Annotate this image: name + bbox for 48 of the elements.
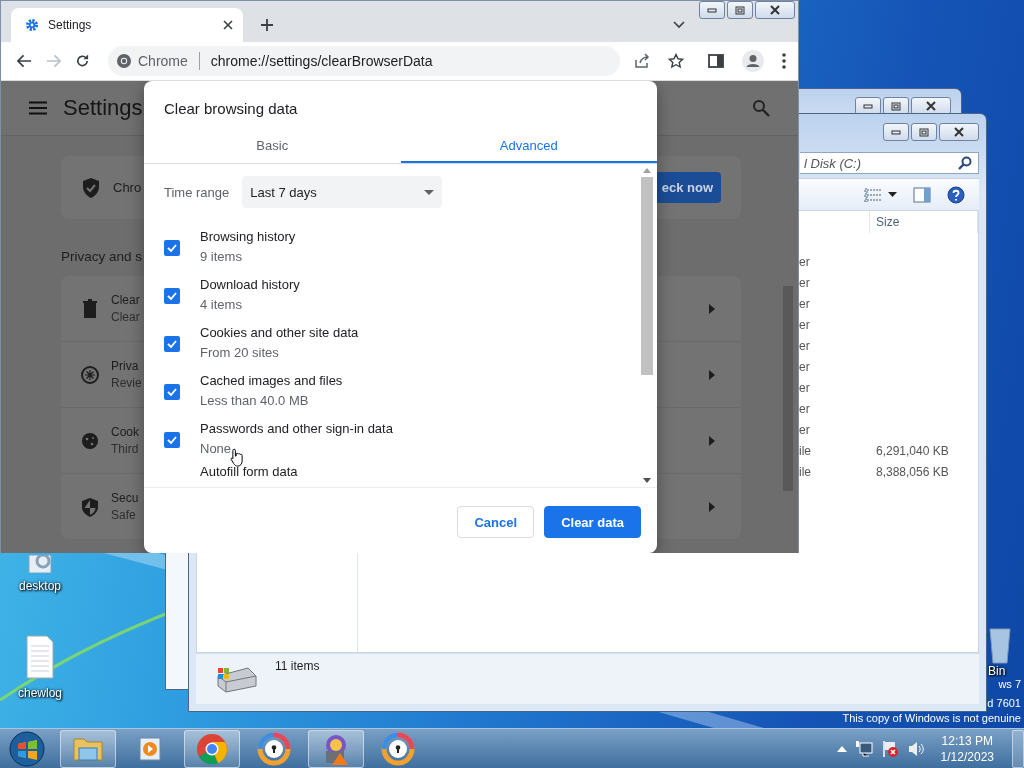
address-text: l Disk (C:): [804, 155, 862, 171]
option-label: Cookies and other site data: [200, 325, 359, 341]
field-label: Time range: [164, 184, 230, 200]
dialog-title: Clear browsing data: [163, 99, 299, 119]
icon-label: chewlog: [18, 686, 62, 700]
table-cell: 6,291,040 KB: [876, 443, 949, 458]
option-detail: From 20 sites: [200, 345, 280, 361]
table-cell-text: ile: [799, 443, 812, 458]
section-heading: Privacy and s: [61, 249, 143, 264]
os-notice-text: This copy of Windows is not genuine: [842, 712, 1021, 724]
option-label: Download history: [200, 277, 300, 293]
page-title: Settings: [63, 95, 143, 121]
table-cell-text: er: [799, 275, 811, 290]
row-subtitle: Safe: [111, 508, 137, 522]
table-cell-text: er: [799, 401, 811, 416]
row-title: Cook: [111, 425, 139, 439]
card-text: Chro: [113, 180, 142, 195]
row-title: Clear: [111, 293, 140, 307]
option-detail: None: [200, 441, 233, 457]
table-cell-text: er: [799, 359, 811, 374]
site-label: Chrome: [138, 53, 188, 69]
table-cell-text: er: [799, 380, 811, 395]
row-subtitle: Third: [111, 442, 139, 456]
os-notice-text: d 7601: [987, 697, 1021, 709]
row-title: Priva: [111, 359, 140, 373]
option-label: Passwords and other sign-in data: [200, 421, 393, 437]
table-cell-text: ile: [799, 464, 812, 479]
option-label: Cached images and files: [200, 373, 343, 389]
table-cell-text: er: [799, 254, 811, 269]
url-text: chrome://settings/clearBrowserData: [210, 53, 433, 69]
option-detail: 4 items: [200, 297, 243, 313]
option-detail: Less than 40.0 MB: [200, 393, 310, 409]
tab-title: Settings: [48, 18, 92, 32]
icon-label: Bin: [988, 664, 1006, 678]
table-cell-text: er: [799, 422, 811, 437]
os-notice-text: ws 7: [998, 678, 1021, 690]
icon-label: desktop: [19, 579, 61, 593]
row-subtitle: Clear: [111, 310, 140, 324]
row-subtitle: Revie: [111, 376, 142, 390]
table-cell-text: er: [799, 317, 811, 332]
table-cell-text: er: [799, 338, 811, 353]
row-title: Secu: [111, 491, 139, 505]
table-cell-text: er: [799, 296, 811, 311]
option-label: Autofill form data: [200, 464, 298, 479]
option-detail: 9 items: [200, 249, 243, 265]
status-text: 11 items: [275, 659, 320, 673]
table-cell: 8,388,056 KB: [876, 464, 949, 479]
option-label: Browsing history: [200, 229, 296, 245]
